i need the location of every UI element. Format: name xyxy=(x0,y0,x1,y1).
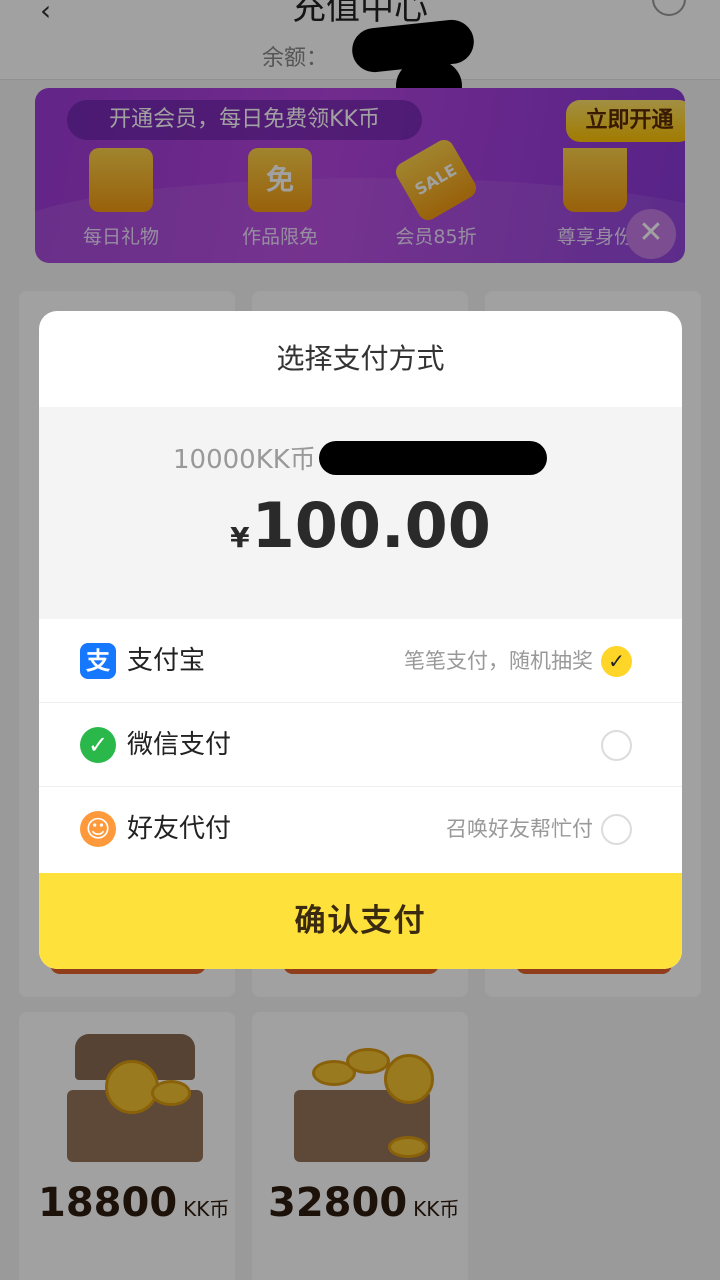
payment-method-name: 支付宝 xyxy=(127,646,206,676)
payment-method-name: 好友代付 xyxy=(127,814,232,844)
order-price: ¥100.00 xyxy=(39,489,682,562)
friend-pay-icon: ☺ xyxy=(80,811,116,847)
payment-option-wechat[interactable]: ✓ 微信支付 xyxy=(39,703,682,787)
payment-option-alipay[interactable]: 支 支付宝 笔笔支付，随机抽奖 ✓ xyxy=(39,619,682,703)
redaction-mark xyxy=(319,441,547,475)
dialog-title: 选择支付方式 xyxy=(276,342,445,375)
payment-method-hint: 召唤好友帮忙付 xyxy=(446,817,593,841)
order-summary: 10000KK币 ¥100.00 xyxy=(39,407,682,619)
wechat-icon: ✓ xyxy=(80,727,116,763)
product-name: 10000KK币 xyxy=(173,445,316,475)
radio-button[interactable] xyxy=(601,730,632,761)
payment-option-friend[interactable]: ☺ 好友代付 召唤好友帮忙付 xyxy=(39,787,682,871)
alipay-icon: 支 xyxy=(80,643,116,679)
payment-method-hint: 笔笔支付，随机抽奖 xyxy=(404,649,593,673)
price-value: 100.00 xyxy=(251,489,491,562)
currency-symbol: ¥ xyxy=(230,521,250,554)
payment-method-name: 微信支付 xyxy=(127,730,232,760)
radio-button[interactable] xyxy=(601,814,632,845)
payment-method-dialog: 选择支付方式 10000KK币 ¥100.00 支 支付宝 笔笔支付，随机抽奖 … xyxy=(39,311,682,969)
confirm-payment-button[interactable]: 确认支付 xyxy=(39,873,682,969)
selected-check-icon[interactable]: ✓ xyxy=(601,646,632,677)
